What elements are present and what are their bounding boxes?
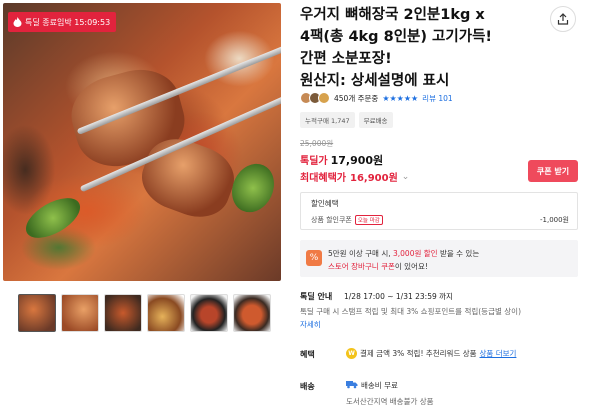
star-rating: ★★★★★: [382, 93, 419, 103]
shipping-fee: 배송비 무료: [361, 381, 398, 390]
truck-icon: [346, 380, 358, 391]
max-benefit-price: 16,900원: [350, 173, 398, 184]
details-link[interactable]: 자세히: [300, 319, 321, 330]
shipping-label: 배송: [300, 382, 315, 391]
benefit-label: 혜택: [300, 350, 315, 359]
product-title: 우거지 뼈해장국 2인분1kg x 4팩(총 4kg 8인분) 고기가득! 간편…: [300, 7, 493, 89]
max-benefit-label: 최대혜택가: [300, 173, 346, 184]
today-deadline-tag: 오늘 마감: [354, 215, 383, 225]
thumbnail-1[interactable]: [18, 294, 56, 332]
cumulative-sales-tag: 누적구매 1,747: [300, 112, 355, 128]
rating-row: 450개 주문중 ★★★★★ 리뷰 101: [300, 92, 453, 104]
chevron-down-icon: ⌄: [401, 171, 410, 182]
discount-header: 할인혜택: [311, 199, 339, 208]
buyer-count: 450개 주문중: [334, 93, 379, 103]
deal-price-label: 톡딜가: [300, 156, 328, 167]
benefit-row: W 결제 금액 3% 적립! 추천리워드 상품 상품 더보기: [346, 348, 516, 359]
deal-timer-badge: 특딜 종료임박 15:09:53: [8, 12, 117, 32]
point-coin-icon: W: [346, 348, 357, 359]
more-products-link[interactable]: 상품 더보기: [480, 348, 517, 359]
share-button[interactable]: [550, 6, 576, 32]
deal-timer-text: 특딜 종료임박 15:09:53: [25, 17, 111, 27]
discount-amount: -1,000원: [539, 216, 569, 224]
deal-price-row: 톡딜가 17,900원: [300, 152, 383, 168]
deal-info-period: 1/28 17:00 ~ 1/31 23:59 까지: [344, 292, 453, 301]
deal-info-label: 톡딜 안내: [300, 292, 333, 301]
max-benefit-row[interactable]: 최대혜택가 16,900원 ⌄: [300, 169, 410, 185]
free-shipping-tag: 무료배송: [358, 112, 393, 128]
store-coupon-banner[interactable]: % 5만원 이상 구매 시, 3,000원 할인 받을 수 있는 스토어 장바구…: [300, 240, 578, 277]
discount-line: 상품 할인쿠폰 오늘 마감: [311, 215, 383, 225]
tag-list: 누적구매 1,747 무료배송: [300, 112, 393, 128]
thumbnail-6[interactable]: [233, 294, 271, 332]
share-icon: [557, 10, 569, 29]
flame-icon: [12, 17, 22, 27]
discount-box: 할인혜택 상품 할인쿠폰 오늘 마감 -1,000원: [300, 192, 578, 230]
benefit-text: 결제 금액 3% 적립! 추천리워드 상품: [360, 349, 477, 358]
deal-info-description: 톡딜 구매 시 스탬프 적립 및 최대 3% 쇼핑포인트를 적립(등급별 상이): [300, 307, 521, 316]
percent-icon: %: [306, 250, 322, 266]
shipping-note: 도서산간지역 배송불가 상품: [346, 397, 434, 406]
shipping-row: 배송비 무료: [346, 380, 398, 391]
thumbnail-2[interactable]: [61, 294, 99, 332]
buyer-avatars: [300, 92, 330, 104]
thumbnail-3[interactable]: [104, 294, 142, 332]
product-main-image[interactable]: 특딜 종료임박 15:09:53: [3, 3, 281, 281]
thumbnail-strip: [18, 294, 271, 332]
review-link[interactable]: 리뷰 101: [422, 93, 453, 104]
thumbnail-5[interactable]: [190, 294, 228, 332]
discount-line-label: 상품 할인쿠폰: [311, 216, 352, 224]
deal-price: 17,900원: [330, 154, 384, 167]
thumbnail-4[interactable]: [147, 294, 185, 332]
coupon-button[interactable]: 쿠폰 받기: [528, 160, 578, 182]
original-price: 25,000원: [300, 139, 334, 148]
